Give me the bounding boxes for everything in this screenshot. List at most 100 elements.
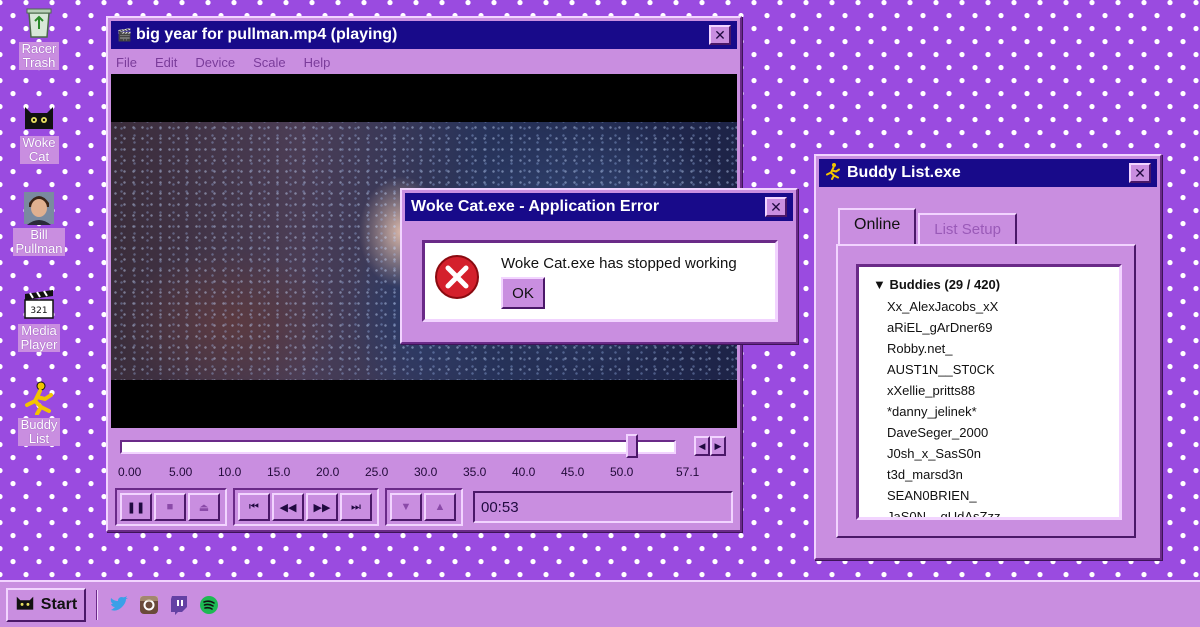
twitch-icon[interactable]	[168, 594, 190, 616]
pause-icon: ❚❚	[126, 501, 146, 514]
eject-icon: ⏏	[198, 501, 210, 514]
chevron-right-icon: ▶	[714, 440, 722, 451]
menu-help[interactable]: Help	[304, 55, 331, 70]
running-man-icon	[825, 162, 841, 185]
tick-label: 0.00	[118, 465, 142, 479]
list-item[interactable]: t3d_marsd3n	[887, 464, 1119, 485]
tab-online[interactable]: Online	[838, 208, 917, 246]
close-icon: ✕	[1134, 165, 1146, 181]
fast-forward-icon: ▶▶	[313, 501, 331, 514]
desktop-icon-woke-cat[interactable]: Woke Cat	[8, 98, 70, 164]
list-item[interactable]: SEAN0BRIEN_	[887, 485, 1119, 506]
list-item[interactable]: AUST1N__ST0CK	[887, 359, 1119, 380]
rewind-icon: ◀◀	[279, 501, 297, 514]
media-player-app-icon: 🎬	[117, 28, 132, 42]
buddy-list-tabs: Online List Setup	[838, 208, 1017, 246]
tick-label: 10.0	[218, 465, 242, 479]
seek-tick-labels: 0.00 5.00 10.0 15.0 20.0 25.0 30.0 35.0 …	[114, 465, 714, 481]
close-icon: ✕	[714, 27, 726, 43]
tick-label: 45.0	[561, 465, 585, 479]
desktop-icon-buddy-list[interactable]: Buddy List	[8, 380, 70, 446]
stop-button[interactable]: ■	[154, 493, 186, 521]
navigation-group: ⏮ ◀◀ ▶▶ ⏭	[233, 488, 379, 526]
tick-label: 25.0	[365, 465, 389, 479]
taskbar: Start	[0, 580, 1200, 627]
eject-button[interactable]: ⏏	[188, 493, 220, 521]
desktop-icon-label: Bill Pullman	[12, 228, 66, 256]
media-player-close-button[interactable]: ✕	[709, 25, 731, 45]
menu-file[interactable]: File	[116, 55, 137, 70]
seek-right-button[interactable]: ▶	[710, 436, 726, 456]
desktop-icon-bill-pullman[interactable]: Bill Pullman	[8, 190, 70, 256]
error-dialog-window[interactable]: Woke Cat.exe - Application Error ✕ Woke …	[400, 188, 798, 344]
start-button[interactable]: Start	[6, 587, 86, 622]
portrait-icon	[21, 190, 57, 226]
mark-in-button[interactable]: ▼	[390, 493, 422, 521]
black-cat-icon	[21, 98, 57, 134]
mark-out-icon: ▲	[434, 501, 446, 513]
tick-label: 15.0	[267, 465, 291, 479]
tab-list-setup[interactable]: List Setup	[918, 213, 1017, 246]
seek-thumb[interactable]	[625, 434, 638, 458]
buddy-list-box[interactable]: ▼ Buddies (29 / 420) Xx_AlexJacobs_xX aR…	[856, 264, 1122, 520]
pause-button[interactable]: ❚❚	[120, 493, 152, 521]
buddy-group-header[interactable]: ▼ Buddies (29 / 420)	[873, 277, 1119, 292]
error-dialog-title: Woke Cat.exe - Application Error	[411, 198, 660, 215]
list-item[interactable]: JaS0N__gUdAsZzz	[887, 506, 1119, 517]
error-dialog-body: Woke Cat.exe has stopped working OK	[422, 240, 778, 322]
ok-button[interactable]: OK	[501, 277, 545, 309]
tick-label: 57.1	[676, 465, 700, 479]
list-item[interactable]: Xx_AlexJacobs_xX	[887, 296, 1119, 317]
fast-forward-button[interactable]: ▶▶	[306, 493, 338, 521]
mark-out-button[interactable]: ▲	[424, 493, 456, 521]
rewind-button[interactable]: ◀◀	[272, 493, 304, 521]
seek-track[interactable]	[120, 440, 676, 454]
transport-controls: ❚❚ ■ ⏏ ⏮ ◀◀ ▶▶ ⏭ ▼ ▲ 00:53	[111, 486, 737, 528]
spotify-icon[interactable]	[198, 594, 220, 616]
desktop-icon-label: Media Player	[17, 324, 61, 352]
media-player-menubar: File Edit Device Scale Help	[108, 52, 740, 72]
twitter-icon[interactable]	[108, 594, 130, 616]
tick-label: 30.0	[414, 465, 438, 479]
tick-label: 50.0	[610, 465, 634, 479]
running-man-icon	[21, 380, 57, 416]
error-dialog-titlebar[interactable]: Woke Cat.exe - Application Error ✕	[405, 193, 793, 221]
buddy-list-titlebar[interactable]: Buddy List.exe ✕	[819, 159, 1157, 187]
list-item[interactable]: J0sh_x_SasS0n	[887, 443, 1119, 464]
recycle-bin-icon	[21, 4, 57, 40]
menu-device[interactable]: Device	[195, 55, 235, 70]
chevron-left-icon: ◀	[698, 440, 706, 451]
tick-label: 20.0	[316, 465, 340, 479]
skip-back-button[interactable]: ⏮	[238, 493, 270, 521]
error-dialog-close-button[interactable]: ✕	[765, 197, 787, 217]
black-cat-icon	[15, 593, 35, 616]
tick-label: 40.0	[512, 465, 536, 479]
buddy-list: Xx_AlexJacobs_xX aRiEL_gArDner69 Robby.n…	[887, 296, 1119, 517]
list-item[interactable]: DaveSeger_2000	[887, 422, 1119, 443]
skip-forward-button[interactable]: ⏭	[340, 493, 372, 521]
desktop-icon-racer-trash[interactable]: Racer Trash	[8, 4, 70, 70]
list-item[interactable]: Robby.net_	[887, 338, 1119, 359]
desktop-icon-label: Woke Cat	[19, 136, 59, 164]
buddy-list-window[interactable]: Buddy List.exe ✕ Online List Setup ▼ Bud…	[814, 154, 1162, 560]
desktop-icon-media-player[interactable]: 321 Media Player	[8, 286, 70, 352]
instagram-icon[interactable]	[138, 594, 160, 616]
seek-left-button[interactable]: ◀	[694, 436, 710, 456]
error-icon	[433, 253, 481, 301]
error-message: Woke Cat.exe has stopped working	[501, 255, 737, 272]
menu-edit[interactable]: Edit	[155, 55, 177, 70]
menu-scale[interactable]: Scale	[253, 55, 286, 70]
list-item[interactable]: xXellie_pritts88	[887, 380, 1119, 401]
mark-group: ▼ ▲	[385, 488, 463, 526]
svg-text:321: 321	[30, 306, 47, 316]
buddy-list-panel: ▼ Buddies (29 / 420) Xx_AlexJacobs_xX aR…	[836, 244, 1136, 538]
list-item[interactable]: *danny_jelinek*	[887, 401, 1119, 422]
mark-in-icon: ▼	[400, 501, 412, 513]
skip-forward-icon: ⏭	[351, 500, 361, 513]
list-item[interactable]: aRiEL_gArDner69	[887, 317, 1119, 338]
skip-back-icon: ⏮	[249, 500, 259, 513]
taskbar-tray	[108, 594, 220, 616]
buddy-list-close-button[interactable]: ✕	[1129, 163, 1151, 183]
tick-label: 35.0	[463, 465, 487, 479]
media-player-titlebar[interactable]: 🎬 big year for pullman.mp4 (playing) ✕	[111, 21, 737, 49]
